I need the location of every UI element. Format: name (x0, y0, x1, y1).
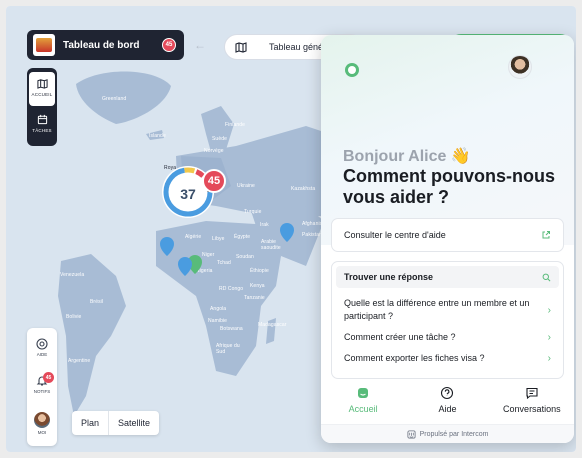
home-icon (358, 388, 369, 398)
faq-search-label: Trouver une réponse (344, 272, 434, 282)
sidebar-item-label: AIDE (36, 352, 48, 357)
faq-item-label: Quelle est la différence entre un membre… (344, 298, 530, 321)
help-icon (441, 386, 454, 400)
app-logo (33, 34, 55, 56)
sidebar-item-notifs[interactable]: 45 NOTIFS (27, 372, 57, 394)
sidebar-item-aide[interactable]: AIDE (27, 338, 57, 357)
sidebar-item-accueil[interactable]: ACCUEIL (29, 72, 55, 106)
map-layer-toggle: Plan Satellite (72, 411, 160, 435)
dashboard-title-bar[interactable]: Tableau de bord 45 (27, 30, 184, 60)
faq-item[interactable]: Quelle est la différence entre un membre… (336, 296, 559, 324)
map-pin[interactable] (160, 237, 174, 256)
sidebar-utilities: AIDE 45 NOTIFS MOI (27, 328, 57, 446)
help-question: Comment pouvons-nous vous aider ? (343, 166, 555, 207)
lifebuoy-icon (36, 338, 48, 350)
brand-logo-icon (345, 63, 359, 77)
nav-tab-label: Conversations (503, 404, 561, 414)
layer-plan-button[interactable]: Plan (72, 411, 108, 435)
map-icon (36, 79, 48, 89)
external-link-icon (542, 231, 550, 239)
faq-item-label: Comment exporter les fiches visa ? (344, 352, 485, 363)
intercom-icon (407, 429, 416, 439)
chevron-right-icon: › (547, 331, 551, 343)
nav-tab-aide[interactable]: Aide (405, 384, 489, 424)
title-badge: 45 (162, 38, 176, 52)
agent-avatar (508, 55, 532, 79)
sidebar-nav: ACCUEIL TÂCHES (27, 68, 57, 146)
sidebar-item-taches[interactable]: TÂCHES (27, 114, 57, 144)
greeting: Bonjour Alice 👋 (343, 148, 471, 165)
map-pin[interactable] (178, 257, 192, 276)
sidebar-item-label: TÂCHES (32, 128, 52, 133)
app-frame: Greenland Islande Suède Finlande Norvège… (6, 6, 576, 452)
chevron-right-icon: › (547, 304, 551, 316)
calendar-icon (37, 114, 47, 125)
page-title: Tableau de bord (63, 39, 140, 51)
sidebar-item-label: ACCUEIL (31, 92, 53, 97)
nav-tab-conversations[interactable]: Conversations (490, 384, 574, 424)
messenger-header: Bonjour Alice 👋 Comment pouvons-nous vou… (321, 35, 574, 245)
chevron-right-icon: › (547, 352, 551, 364)
cluster-count[interactable]: 37 (167, 186, 209, 202)
cluster-alert-badge[interactable]: 45 (202, 169, 226, 193)
layer-satellite-button[interactable]: Satellite (108, 411, 159, 435)
faq-card: Trouver une réponse Quelle est la différ… (331, 261, 564, 379)
help-center-link[interactable]: Consulter le centre d'aide (331, 218, 564, 252)
faq-search-input[interactable]: Trouver une réponse (336, 266, 559, 288)
help-center-label: Consulter le centre d'aide (344, 230, 446, 240)
sidebar-item-moi[interactable]: MOI (27, 412, 57, 435)
nav-tab-accueil[interactable]: Accueil (321, 384, 405, 424)
intercom-messenger: Bonjour Alice 👋 Comment pouvons-nous vou… (321, 35, 574, 443)
chat-icon (526, 387, 538, 400)
faq-item-label: Comment créer une tâche ? (344, 331, 456, 342)
sidebar-item-label: NOTIFS (33, 389, 51, 394)
messenger-nav: Accueil Aide Conversations (321, 384, 574, 424)
powered-by[interactable]: Propulsé par Intercom (321, 424, 574, 443)
faq-item[interactable]: Comment exporter les fiches visa ? › (336, 350, 559, 366)
faq-item[interactable]: Comment créer une tâche ? › (336, 329, 559, 345)
map-icon (235, 42, 247, 53)
avatar (34, 412, 50, 428)
nav-tab-label: Accueil (348, 404, 378, 414)
powered-by-label: Propulsé par Intercom (419, 430, 489, 438)
back-arrow-icon[interactable]: ← (194, 38, 206, 52)
sidebar-item-label: MOI (37, 430, 47, 435)
notification-badge: 45 (43, 372, 54, 383)
search-icon (542, 273, 551, 281)
nav-tab-label: Aide (438, 404, 457, 414)
map-pin[interactable] (280, 223, 294, 242)
